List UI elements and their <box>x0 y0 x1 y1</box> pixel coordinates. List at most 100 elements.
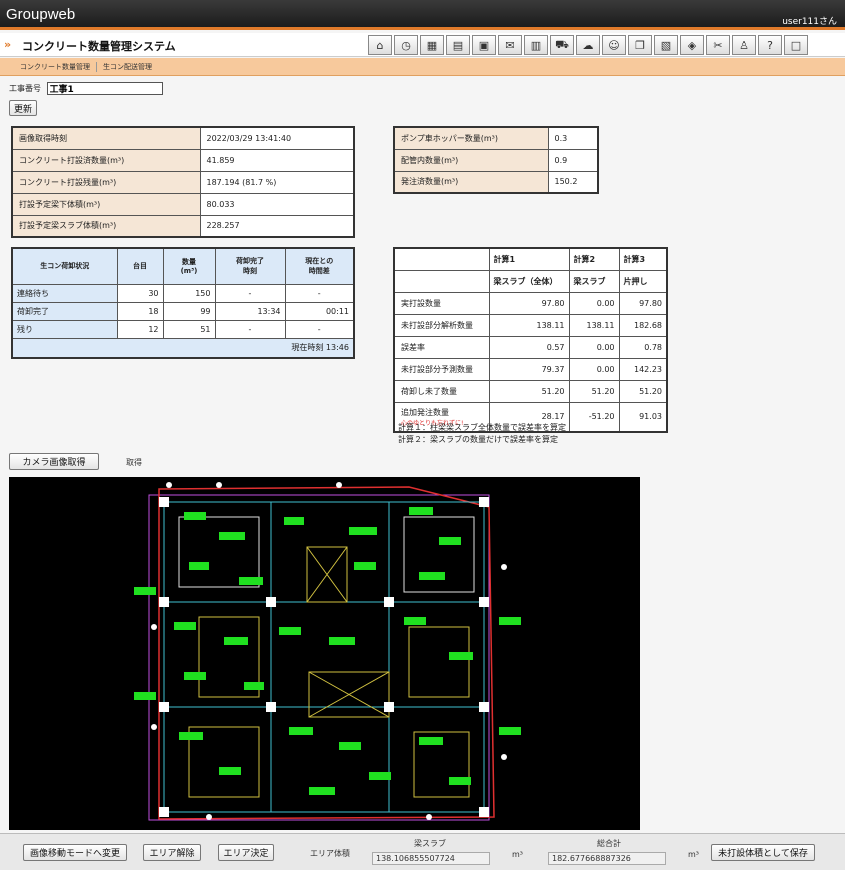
info-value: 150.2 <box>547 170 599 194</box>
cloud-icon[interactable]: ☁ <box>576 35 600 55</box>
calc-cell: 79.37 <box>488 357 570 381</box>
table-header-row: 生コン荷卸状況 台目 数量 (m³) 荷卸完了 時刻 現在との 時間差 <box>11 247 355 285</box>
grid-icon[interactable]: ▦ <box>420 35 444 55</box>
area-clear-button[interactable]: エリア解除 <box>143 844 201 861</box>
calendar-icon[interactable]: ▧ <box>654 35 678 55</box>
note-icon[interactable]: ▥ <box>524 35 548 55</box>
calc-label: 実打設数量 <box>393 291 490 315</box>
col-header: 生コン荷卸状況 <box>11 247 118 285</box>
calculation-table: 計算1 計算2 計算3 梁スラブ（全体） 梁スラブ 片押し 実打設数量 97.80… <box>393 247 668 433</box>
status-cell: 連絡待ち <box>11 283 118 303</box>
user-icon[interactable]: ☺ <box>602 35 626 55</box>
table-row: 未打設部分解析数量 138.11 138.11 182.68 <box>393 313 668 337</box>
home-icon[interactable]: ⌂ <box>368 35 392 55</box>
status-cell: - <box>284 319 355 339</box>
table-row: 未打設部分予測数量 79.37 0.00 142.23 <box>393 357 668 381</box>
camera-capture-button[interactable]: カメラ画像取得 <box>9 453 99 470</box>
table-row: 実打設数量 97.80 0.00 97.80 <box>393 291 668 315</box>
clock-icon[interactable]: ◷ <box>394 35 418 55</box>
window-icon[interactable]: □ <box>784 35 808 55</box>
move-mode-button[interactable]: 画像移動モードへ変更 <box>23 844 127 861</box>
table-row: 誤差率 0.57 0.00 0.78 <box>393 335 668 359</box>
top-bar: Groupweb user111さん <box>0 0 845 30</box>
help-icon[interactable]: ? <box>758 35 782 55</box>
calc-cell: 0.78 <box>618 335 668 359</box>
status-cell: 荷卸完了 <box>11 301 118 321</box>
calc-cell: 0.00 <box>568 357 620 381</box>
status-cell: 13:34 <box>214 301 286 321</box>
total-label: 総合計 <box>597 839 621 848</box>
status-cell: 51 <box>162 319 216 339</box>
calc-note-1: 計算１：柱梁梁スラブ全体数量で誤差率を算定 <box>398 423 566 432</box>
info-value: 2022/03/29 13:41:40 <box>199 126 355 150</box>
calc-subheader: 梁スラブ（全体） <box>488 269 570 293</box>
table-row: 配管内数量(m³) 0.9 <box>393 148 599 172</box>
info-key: 打設予定梁下体積(m³) <box>11 192 201 216</box>
construction-number: 工事番号 <box>9 82 163 95</box>
calc-header-blank <box>393 269 490 293</box>
status-cell: 150 <box>162 283 216 303</box>
table-row: 荷卸完了 18 99 13:34 00:11 <box>11 301 355 321</box>
calc-label: 荷卸し未了数量 <box>393 379 490 403</box>
info-value: 80.033 <box>199 192 355 216</box>
calc-cell: 0.00 <box>568 291 620 315</box>
status-cell: 12 <box>116 319 164 339</box>
calc-subheader: 片押し <box>618 269 668 293</box>
delivery-status-table: 生コン荷卸状況 台目 数量 (m³) 荷卸完了 時刻 現在との 時間差 連絡待ち… <box>11 247 355 359</box>
subnav-delivery[interactable]: 生コン配送管理 <box>97 62 158 72</box>
slab-value: 138.106855507724 <box>372 852 490 865</box>
current-time: 現在時刻 13:46 <box>11 337 355 359</box>
calc-header: 計算2 <box>568 247 620 271</box>
construction-label: 工事番号 <box>9 84 41 93</box>
table-row: 打設予定梁スラブ体積(m³) 228.257 <box>11 214 355 238</box>
table-row: 打設予定梁下体積(m³) 80.033 <box>11 192 355 216</box>
cube-icon[interactable]: ◈ <box>680 35 704 55</box>
table-row: 現在時刻 13:46 <box>11 337 355 359</box>
status-cell: - <box>214 283 286 303</box>
update-button[interactable]: 更新 <box>9 100 37 116</box>
calc-label: 誤差率 <box>393 335 490 359</box>
col-header: 荷卸完了 時刻 <box>214 247 286 285</box>
info-key: コンクリート打設済数量(m³) <box>11 148 201 172</box>
camera-image[interactable] <box>9 477 640 830</box>
save-volume-button[interactable]: 未打設体積として保存 <box>711 844 815 861</box>
info-value: 0.3 <box>547 126 599 150</box>
truck-icon[interactable]: ⛟ <box>550 35 574 55</box>
total-unit: m³ <box>688 850 699 859</box>
tools-icon[interactable]: ✂ <box>706 35 730 55</box>
info-value: 228.257 <box>199 214 355 238</box>
table-row: 荷卸し未了数量 51.20 51.20 51.20 <box>393 379 668 403</box>
info-table-left: 画像取得時刻 2022/03/29 13:41:40 コンクリート打設済数量(m³… <box>11 126 355 238</box>
info-key: 画像取得時刻 <box>11 126 201 150</box>
table-row: 残り 12 51 - - <box>11 319 355 339</box>
sub-navigation: コンクリート数量管理 生コン配送管理 <box>0 58 845 76</box>
col-header: 数量 (m³) <box>162 247 216 285</box>
table-header-row: 梁スラブ（全体） 梁スラブ 片押し <box>393 269 668 293</box>
calc-cell: 97.80 <box>488 291 570 315</box>
col-header: 台目 <box>116 247 164 285</box>
calc-header: 計算1 <box>488 247 570 271</box>
user-name[interactable]: user111さん <box>782 14 837 27</box>
table-row: ポンプ車ホッパー数量(m³) 0.3 <box>393 126 599 150</box>
brand-logo[interactable]: Groupweb <box>6 6 75 23</box>
person-icon[interactable]: ♙ <box>732 35 756 55</box>
mail-icon[interactable]: ✉ <box>498 35 522 55</box>
area-set-button[interactable]: エリア決定 <box>218 844 274 861</box>
calc-subheader: 梁スラブ <box>568 269 620 293</box>
calc-cell: 0.00 <box>568 335 620 359</box>
calc-label-text: 追加発注数量 <box>401 407 449 417</box>
construction-input[interactable] <box>46 82 163 95</box>
calc-cell: 51.20 <box>618 379 668 403</box>
subnav-concrete[interactable]: コンクリート数量管理 <box>14 61 97 72</box>
info-key: コンクリート打設残量(m³) <box>11 170 201 194</box>
camera-status: 取得 <box>126 458 142 467</box>
calc-label: 未打設部分予測数量 <box>393 357 490 381</box>
col-header: 現在との 時間差 <box>284 247 355 285</box>
slab-unit: m³ <box>512 850 523 859</box>
info-key: 配管内数量(m³) <box>393 148 549 172</box>
copy-icon[interactable]: ❐ <box>628 35 652 55</box>
document-icon[interactable]: ▤ <box>446 35 470 55</box>
folder-icon[interactable]: ▣ <box>472 35 496 55</box>
calc-cell: 97.80 <box>618 291 668 315</box>
table-header-row: 計算1 計算2 計算3 <box>393 247 668 271</box>
